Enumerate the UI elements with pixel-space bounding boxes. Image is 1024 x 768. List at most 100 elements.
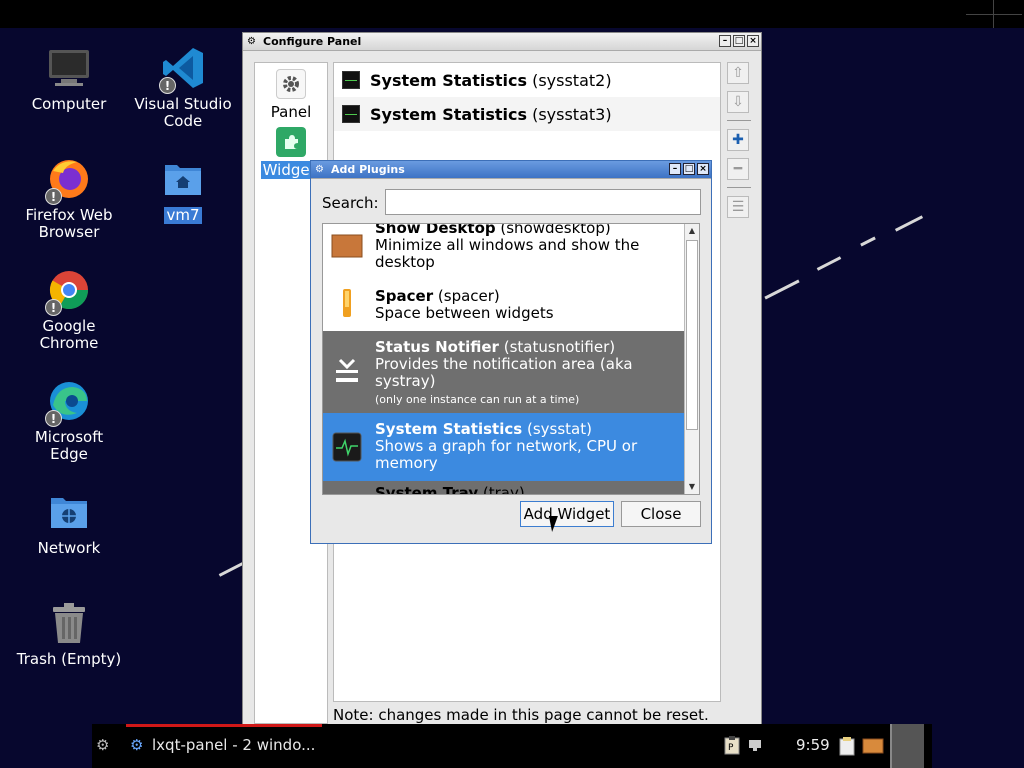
network-tray-icon[interactable] xyxy=(748,738,762,756)
list-item[interactable]: Show Desktop (showdesktop) Minimize all … xyxy=(323,223,685,274)
system-statistics-icon xyxy=(342,105,360,123)
plugin-id: (sysstat3) xyxy=(532,104,612,124)
close-dialog-button[interactable]: Close xyxy=(621,501,701,527)
minimize-button[interactable]: – xyxy=(719,35,731,47)
desktop-icon-chrome[interactable]: ! Google Chrome xyxy=(14,268,124,352)
decorative-dash xyxy=(764,279,800,300)
list-item[interactable]: Spacer (spacer) Space between widgets xyxy=(323,280,685,330)
scroll-thumb[interactable] xyxy=(686,240,698,430)
warning-badge-icon: ! xyxy=(45,410,62,427)
desktop-icon-label: Google Chrome xyxy=(39,317,99,352)
notes-tray-icon[interactable] xyxy=(838,736,856,760)
crosshair-line xyxy=(966,14,1022,15)
trash-icon xyxy=(47,601,91,645)
reset-note: Note: changes made in this page cannot b… xyxy=(333,706,709,724)
maximize-button[interactable]: □ xyxy=(683,163,695,175)
desktop-icon-network[interactable]: Network xyxy=(14,490,124,557)
clock[interactable]: 9:59 xyxy=(796,736,830,754)
add-widget-button[interactable]: Add Widget xyxy=(520,501,614,527)
widget-actions: ⇧ ⇩ ✚ ━ ☰ xyxy=(727,62,751,225)
list-item[interactable]: Status Notifier (statusnotifier) Provide… xyxy=(323,331,685,413)
system-statistics-icon xyxy=(342,71,360,89)
list-item[interactable]: System Statistics (sysstat3) xyxy=(334,97,720,131)
desktop-icon-label: Network xyxy=(37,539,101,557)
add-plugins-dialog: ⚙ Add Plugins – □ × Search: Show Desktop… xyxy=(310,160,712,544)
settings-icon: ⚙ xyxy=(315,164,324,175)
list-scrollbar[interactable]: ▲ ▼ xyxy=(684,224,699,494)
maximize-button[interactable]: □ xyxy=(733,35,745,47)
scroll-down-icon[interactable]: ▼ xyxy=(685,480,699,494)
scroll-up-icon[interactable]: ▲ xyxy=(685,224,699,238)
dialog-title: Add Plugins xyxy=(331,163,405,176)
close-button[interactable]: × xyxy=(697,163,709,175)
divider xyxy=(727,187,751,188)
warning-badge-icon: ! xyxy=(45,299,62,316)
add-widget-button[interactable]: ✚ xyxy=(727,129,749,151)
chrome-icon: ! xyxy=(45,268,91,316)
decorative-dash xyxy=(218,562,244,577)
desktop-icon-label: Computer xyxy=(31,95,107,113)
add-plugins-titlebar[interactable]: ⚙ Add Plugins – □ × xyxy=(311,161,711,179)
desktop-icon-label: Trash (Empty) xyxy=(16,650,122,668)
plugin-id: (statusnotifier) xyxy=(503,338,616,356)
configure-panel-titlebar[interactable]: ⚙ Configure Panel – □ × xyxy=(243,33,761,51)
desktop-icon-vscode[interactable]: ! Visual Studio Code xyxy=(128,46,238,130)
task-indicator xyxy=(126,724,322,727)
desktop-icon-label: Firefox Web Browser xyxy=(25,206,113,241)
desktop-icon-trash[interactable]: Trash (Empty) xyxy=(14,601,124,668)
clipboard-icon[interactable]: P xyxy=(724,735,740,759)
search-input[interactable] xyxy=(385,189,701,215)
plugin-id: (sysstat2) xyxy=(532,70,612,90)
list-item[interactable]: System Statistics (sysstat2) xyxy=(334,63,720,97)
minimize-button[interactable]: – xyxy=(669,163,681,175)
desktop-icon-firefox[interactable]: ! Firefox Web Browser xyxy=(14,157,124,241)
gear-icon xyxy=(276,69,306,99)
spacer-icon xyxy=(331,288,363,320)
plugin-id: (spacer) xyxy=(437,287,500,305)
decorative-dash xyxy=(816,256,842,271)
sidebar-item-panel[interactable]: Panel xyxy=(255,63,327,121)
decorative-dash xyxy=(860,236,876,247)
plugin-name: Show Desktop xyxy=(375,223,496,237)
plugins-list: Show Desktop (showdesktop) Minimize all … xyxy=(322,223,700,495)
show-desktop-icon[interactable] xyxy=(862,738,884,758)
plugin-id: (showdesktop) xyxy=(500,223,611,237)
configure-widget-button[interactable]: ☰ xyxy=(727,196,749,218)
plugin-description: Space between widgets xyxy=(375,304,554,322)
plugin-description: Provides the notification area (aka syst… xyxy=(375,355,633,390)
start-menu-icon[interactable]: ⚙ xyxy=(96,736,109,754)
taskbar: ⚙ ⚙ lxqt-panel - 2 windo... P 9:59 xyxy=(92,724,932,768)
plugin-name: System Statistics xyxy=(370,70,527,90)
search-label: Search: xyxy=(322,194,379,212)
sidebar-item-label: Panel xyxy=(270,103,312,121)
close-button[interactable]: × xyxy=(747,35,759,47)
puzzle-icon xyxy=(276,127,306,157)
list-item-selected[interactable]: System Statistics (sysstat) Shows a grap… xyxy=(323,413,685,481)
edge-icon: ! xyxy=(45,379,91,427)
plugin-note: (only one instance can run at a time) xyxy=(375,393,580,406)
remove-widget-button[interactable]: ━ xyxy=(727,158,749,180)
computer-icon xyxy=(47,46,91,90)
plugin-name: Spacer xyxy=(375,287,434,305)
top-bar xyxy=(0,0,1024,28)
desktop-icon-computer[interactable]: Computer xyxy=(14,46,124,113)
warning-badge-icon: ! xyxy=(159,77,176,94)
firefox-icon: ! xyxy=(45,157,91,205)
plugin-name: System Tray xyxy=(375,484,479,495)
move-up-button[interactable]: ⇧ xyxy=(727,62,749,84)
desktop-icon-label: Visual Studio Code xyxy=(134,95,232,130)
decorative-dash xyxy=(894,215,924,232)
list-item[interactable]: System Tray (tray) xyxy=(323,481,685,495)
desktop-switcher[interactable] xyxy=(890,724,924,768)
home-folder-icon xyxy=(161,157,205,201)
desktop-icon-vm7[interactable]: vm7 xyxy=(128,157,238,224)
desktop-icon-label: vm7 xyxy=(164,206,202,224)
window-title: Configure Panel xyxy=(263,35,362,48)
network-folder-icon xyxy=(47,490,91,534)
move-down-button[interactable]: ⇩ xyxy=(727,91,749,113)
plugin-name: System Statistics xyxy=(375,420,523,438)
taskbar-window-button[interactable]: lxqt-panel - 2 windo... xyxy=(152,736,315,754)
plugin-id: (sysstat) xyxy=(526,420,592,438)
desktop-icon-edge[interactable]: ! Microsoft Edge xyxy=(14,379,124,463)
plugin-description: Shows a graph for network, CPU or memory xyxy=(375,437,638,472)
